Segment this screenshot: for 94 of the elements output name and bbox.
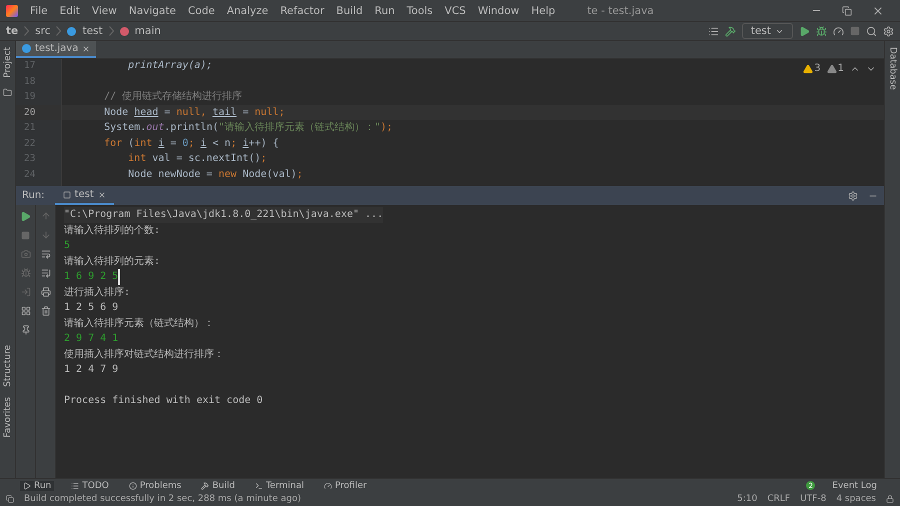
trash-icon[interactable] bbox=[40, 306, 50, 316]
build-tab-icon bbox=[201, 482, 210, 490]
tool-window-tab[interactable]: Profiler bbox=[321, 480, 370, 490]
pin-icon[interactable] bbox=[20, 325, 30, 335]
menu-item[interactable]: Run bbox=[374, 4, 395, 16]
warning-count[interactable]: 1 bbox=[826, 63, 844, 74]
hammer-icon[interactable] bbox=[724, 26, 736, 36]
console-output-text: 请输入待排序元素（链式结构）： bbox=[64, 316, 214, 330]
folder-icon bbox=[3, 88, 12, 97]
code-line: for (int i = 0; i < n; i++) { bbox=[103, 136, 279, 150]
warning-count[interactable]: 3 bbox=[803, 63, 821, 74]
line-ending[interactable]: CRLF bbox=[767, 494, 790, 504]
search-icon[interactable] bbox=[866, 26, 877, 36]
method-icon bbox=[120, 26, 129, 36]
settings-icon[interactable] bbox=[848, 190, 858, 200]
panel-icon[interactable] bbox=[6, 495, 14, 503]
project-tool-tab[interactable]: Project bbox=[2, 47, 12, 78]
menu-item[interactable]: View bbox=[92, 4, 117, 16]
code-line: System.out.println("请输入待排序元素（链式结构）："); bbox=[103, 120, 393, 135]
coverage-icon[interactable] bbox=[833, 26, 844, 36]
console-output-text: 进行插入排序: bbox=[64, 286, 130, 300]
menu-item[interactable]: Refactor bbox=[280, 4, 324, 16]
menu-item[interactable]: File bbox=[30, 4, 48, 16]
code-line: int val = sc.nextInt(); bbox=[127, 152, 267, 166]
code-line: printArray(a); bbox=[127, 59, 212, 73]
menu-item[interactable]: Code bbox=[188, 4, 215, 16]
menu-item[interactable]: Navigate bbox=[128, 4, 176, 16]
problems-tab-icon bbox=[128, 482, 137, 490]
menu-item[interactable]: VCS bbox=[444, 4, 466, 16]
tool-window-tab[interactable]: Run bbox=[20, 480, 54, 490]
console-tab[interactable]: test bbox=[54, 186, 114, 205]
code-line: Node head = null, tail = null; bbox=[103, 106, 285, 120]
tool-window-tab[interactable]: Build bbox=[198, 480, 238, 490]
console-output-text: "C:\Program Files\Java\jdk1.8.0_221\bin\java.exe" ... bbox=[64, 207, 384, 222]
file-tab[interactable]: test.java bbox=[16, 41, 96, 58]
indent-setting[interactable]: 4 spaces bbox=[836, 494, 876, 504]
menu-item[interactable]: Tools bbox=[406, 4, 433, 16]
console-icon bbox=[62, 190, 71, 198]
breadcrumb-item[interactable]: test bbox=[82, 25, 103, 37]
close-icon[interactable] bbox=[98, 190, 106, 198]
event-log-tab[interactable]: Event Log bbox=[829, 480, 880, 490]
rerun-icon[interactable] bbox=[20, 211, 31, 222]
console-output-text: 请输入待排列的个数: bbox=[64, 224, 160, 238]
terminal-tab-icon bbox=[254, 482, 263, 490]
typed-input-text: 1 6 9 2 5 bbox=[64, 269, 120, 284]
print-icon[interactable] bbox=[40, 287, 50, 297]
caret-position[interactable]: 5:10 bbox=[737, 494, 758, 504]
chevron-right-icon bbox=[56, 26, 62, 36]
class-icon bbox=[67, 26, 76, 36]
window-title: te - test.java bbox=[587, 4, 655, 16]
class-icon bbox=[22, 44, 31, 53]
tool-window-tab[interactable]: Problems bbox=[126, 480, 184, 490]
side-tool-tab[interactable]: Structure bbox=[2, 345, 12, 388]
tool-window-tab[interactable]: Terminal bbox=[252, 480, 307, 490]
breadcrumb-item[interactable]: te bbox=[6, 25, 18, 37]
chevron-right-icon bbox=[24, 26, 30, 36]
breadcrumb-item[interactable]: src bbox=[35, 25, 50, 37]
layout-icon[interactable] bbox=[20, 306, 30, 316]
console-output-text: 1 2 5 6 9 bbox=[64, 301, 118, 315]
breadcrumb-item[interactable]: main bbox=[134, 25, 161, 37]
todo-tab-icon bbox=[71, 482, 80, 490]
code-line: Node newNode = new Node(val); bbox=[127, 168, 303, 182]
bug-icon[interactable] bbox=[816, 26, 827, 36]
menu-item[interactable]: Analyze bbox=[226, 4, 268, 16]
close-icon[interactable] bbox=[82, 44, 90, 52]
lock-icon[interactable] bbox=[886, 495, 894, 503]
scroll-to-end-icon[interactable] bbox=[40, 268, 50, 278]
code-line: // 使用链式存储结构进行排序 bbox=[103, 90, 242, 104]
side-tool-tab[interactable]: Favorites bbox=[2, 397, 12, 438]
app-logo-icon bbox=[6, 4, 18, 16]
run-tab-icon bbox=[23, 482, 31, 490]
database-tool-tab[interactable]: Database bbox=[888, 47, 898, 90]
run-panel-label: Run: bbox=[22, 190, 45, 201]
menu-item[interactable]: Edit bbox=[60, 4, 80, 16]
tool-window-tab[interactable]: TODO bbox=[68, 480, 112, 490]
console-output-text: 使用插入排序对链式结构进行排序： bbox=[64, 348, 224, 362]
status-message: Build completed successfully in 2 sec, 288 ms (a minute ago) bbox=[24, 494, 301, 504]
profiler-tab-icon bbox=[324, 482, 332, 490]
file-encoding[interactable]: UTF-8 bbox=[800, 494, 826, 504]
typed-input-text: 5 bbox=[64, 239, 70, 253]
run-config-dropdown[interactable]: test bbox=[742, 23, 793, 39]
restore-icon[interactable] bbox=[842, 4, 852, 16]
menu-item[interactable]: Build bbox=[336, 4, 363, 16]
console-output-text: 请输入待排列的元素: bbox=[64, 254, 160, 268]
chevron-right-icon bbox=[108, 26, 114, 36]
typed-input-text: 2 9 7 4 1 bbox=[64, 332, 118, 346]
soft-wrap-icon[interactable] bbox=[40, 249, 50, 259]
settings-icon[interactable] bbox=[883, 26, 894, 36]
console-output-text: 1 2 4 7 9 bbox=[64, 363, 118, 377]
menu-item[interactable]: Window bbox=[478, 4, 520, 16]
menu-item[interactable]: Help bbox=[531, 4, 556, 16]
console-output-text: Process finished with exit code 0 bbox=[64, 394, 263, 408]
run-icon[interactable] bbox=[799, 26, 810, 36]
close-icon[interactable] bbox=[872, 4, 884, 16]
